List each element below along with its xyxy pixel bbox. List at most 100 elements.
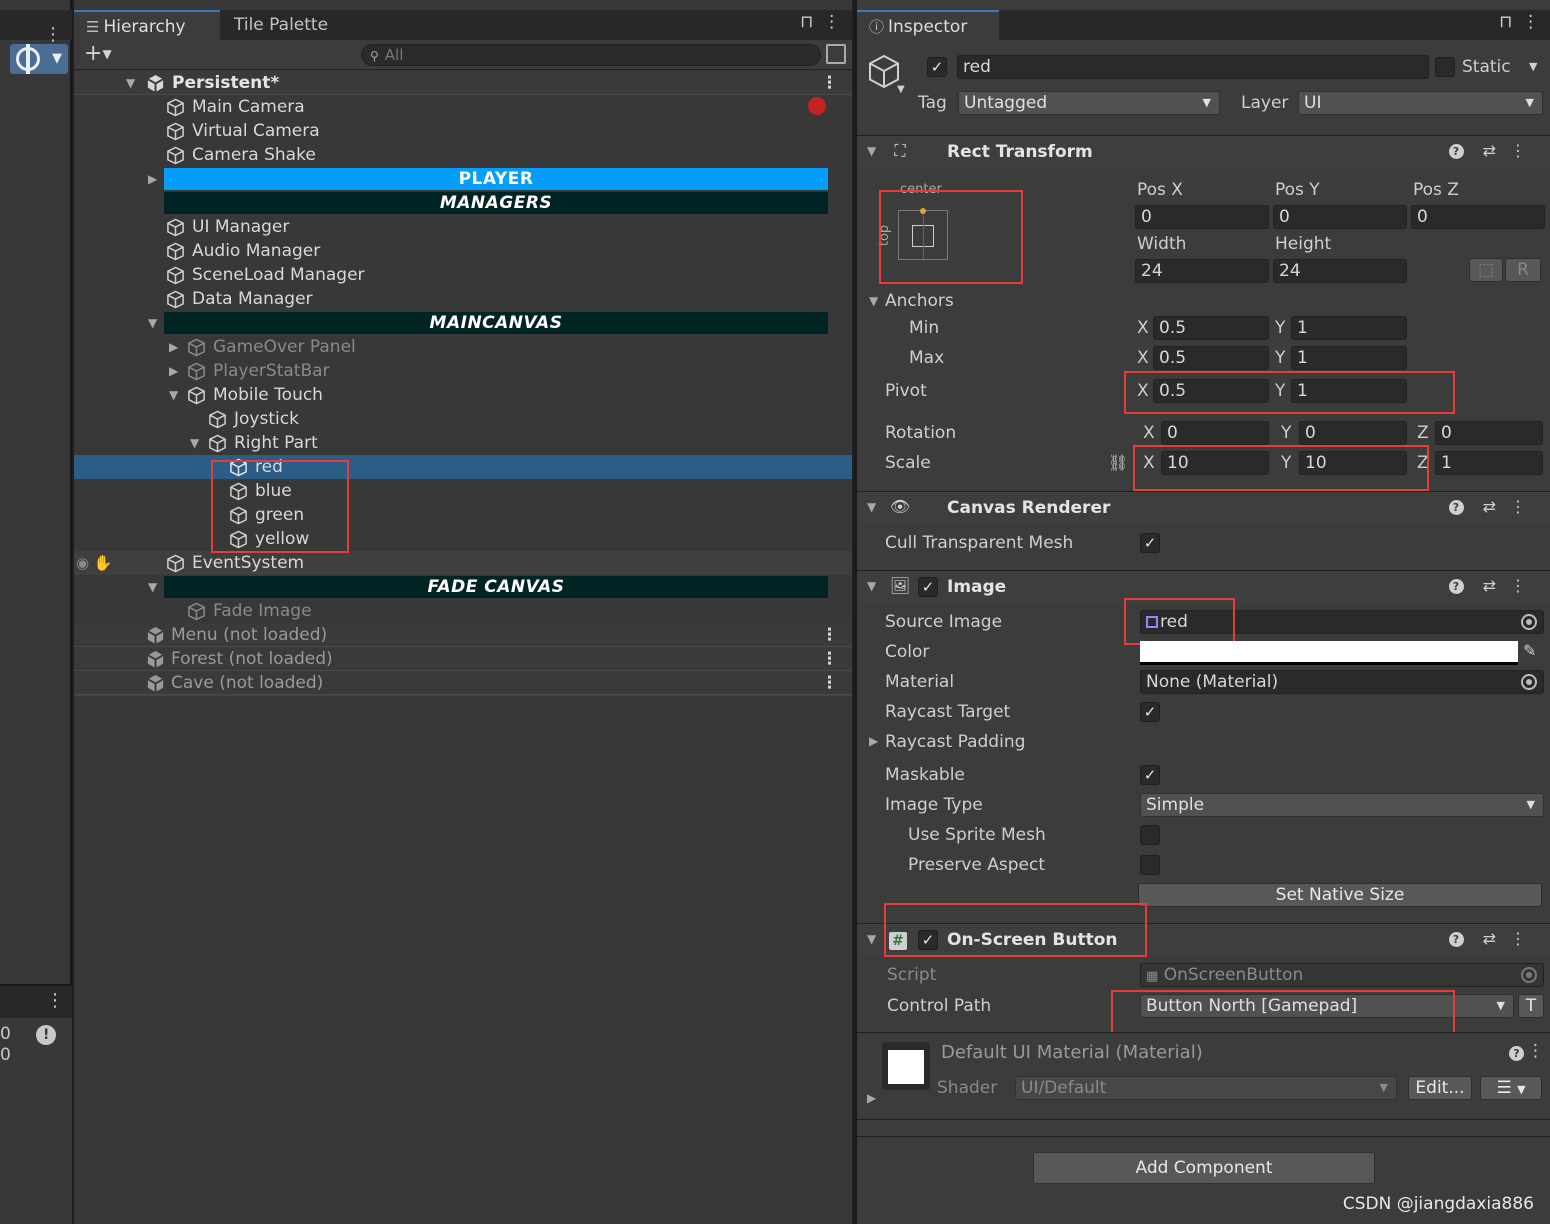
lock-icon[interactable]: ⊓ — [1499, 12, 1522, 32]
list-item-joystick[interactable]: Joystick — [74, 407, 852, 431]
kebab-icon[interactable]: ⋮ — [44, 24, 62, 45]
preset-icon[interactable]: ⇄ — [1483, 141, 1510, 160]
create-button[interactable]: +▼ — [84, 41, 112, 66]
anchor-min-y-field[interactable]: 1 — [1291, 316, 1407, 340]
list-item-red[interactable]: red — [74, 455, 852, 479]
preserve-aspect-checkbox[interactable] — [1140, 855, 1160, 875]
scene-row-menu[interactable]: Menu (not loaded) ⋮ — [74, 623, 852, 647]
kebab-icon[interactable]: ⋮ — [1510, 141, 1540, 160]
control-path-dropdown[interactable]: Button North [Gamepad] ▼ — [1140, 994, 1514, 1018]
list-item-green[interactable]: green — [74, 503, 852, 527]
list-item-player[interactable]: ▶ PLAYER — [74, 167, 852, 191]
tag-dropdown[interactable]: Untagged ▼ — [958, 91, 1220, 115]
lock-icon[interactable]: ⊓ — [800, 12, 823, 32]
object-name-field[interactable]: red — [957, 55, 1429, 79]
fold-arrow-icon[interactable]: ▼ — [867, 144, 876, 158]
list-item-camera-shake[interactable]: Camera Shake — [74, 143, 852, 167]
width-field[interactable]: 24 — [1135, 259, 1269, 283]
preset-icon[interactable]: ⇄ — [1483, 576, 1510, 595]
fold-arrow-icon[interactable]: ▼ — [869, 294, 878, 308]
anchor-min-x-field[interactable]: 0.5 — [1153, 316, 1269, 340]
image-enabled-checkbox[interactable]: ✓ — [918, 577, 938, 597]
kebab-icon[interactable]: ⋮ — [823, 12, 850, 32]
object-picker-icon[interactable] — [1521, 614, 1537, 630]
list-item-fade-canvas[interactable]: ▼ FADE CANVAS — [74, 575, 852, 599]
search-input[interactable]: ⚲ All — [361, 44, 821, 66]
fold-arrow-icon[interactable]: ▼ — [169, 383, 178, 407]
canvas-renderer-header[interactable]: ▼ 👁 Canvas Renderer ? ⇄⋮ — [857, 491, 1550, 525]
scene-search-toggle-icon[interactable] — [826, 44, 846, 64]
rotation-y-field[interactable]: 0 — [1299, 421, 1407, 445]
kebab-icon[interactable]: ⋮ — [821, 647, 838, 671]
kebab-icon[interactable]: ⋮ — [1510, 576, 1540, 595]
scale-x-field[interactable]: 10 — [1161, 451, 1269, 475]
list-item-blue[interactable]: blue — [74, 479, 852, 503]
scale-z-field[interactable]: 1 — [1435, 451, 1543, 475]
source-image-field[interactable]: red — [1140, 610, 1544, 634]
list-item-audio-manager[interactable]: Audio Manager — [74, 239, 852, 263]
color-swatch[interactable] — [1140, 641, 1518, 665]
static-checkbox[interactable] — [1435, 57, 1455, 77]
scale-y-field[interactable]: 10 — [1299, 451, 1407, 475]
layer-dropdown[interactable]: UI ▼ — [1298, 91, 1543, 115]
kebab-icon[interactable]: ⋮ — [821, 671, 838, 695]
fold-arrow-icon[interactable]: ▼ — [867, 500, 876, 514]
kebab-icon[interactable]: ⋮ — [1522, 12, 1549, 32]
help-icon[interactable]: ? — [1448, 932, 1464, 947]
fold-arrow-icon[interactable]: ▼ — [867, 932, 876, 946]
list-item-fade-image[interactable]: Fade Image — [74, 599, 852, 623]
list-item-main-camera[interactable]: Main Camera — [74, 95, 852, 119]
help-icon[interactable]: ? — [1448, 500, 1464, 515]
gizmo-toggle[interactable]: ▼ — [10, 44, 68, 74]
list-item-right-part[interactable]: ▼ Right Part — [74, 431, 852, 455]
scene-row-cave[interactable]: Cave (not loaded) ⋮ — [74, 671, 852, 695]
rotation-z-field[interactable]: 0 — [1435, 421, 1543, 445]
anchor-max-x-field[interactable]: 0.5 — [1153, 346, 1269, 370]
list-item-ui-manager[interactable]: UI Manager — [74, 215, 852, 239]
scene-row-forest[interactable]: Forest (not loaded) ⋮ — [74, 647, 852, 671]
height-field[interactable]: 24 — [1273, 259, 1407, 283]
fold-arrow-icon[interactable]: ▼ — [867, 579, 876, 593]
kebab-icon[interactable]: ⋮ — [46, 990, 64, 1011]
fold-arrow-icon[interactable]: ▶ — [867, 1091, 876, 1105]
raycast-target-checkbox[interactable]: ✓ — [1140, 702, 1160, 722]
preset-icon[interactable]: ⇄ — [1483, 929, 1510, 948]
help-icon[interactable]: ? — [1509, 1043, 1524, 1063]
kebab-icon[interactable]: ⋮ — [1510, 497, 1540, 516]
hierarchy-empty-area[interactable] — [74, 695, 852, 1224]
eyedropper-icon[interactable]: ✎ — [1523, 641, 1536, 660]
constrain-proportions-icon[interactable]: ⛓ — [1108, 453, 1128, 472]
fold-arrow-icon[interactable]: ▶ — [148, 167, 157, 191]
edit-shader-button[interactable]: Edit... — [1408, 1076, 1472, 1100]
kebab-icon[interactable]: ⋮ — [821, 71, 838, 95]
active-checkbox[interactable]: ✓ — [927, 57, 947, 77]
list-item-mobile-touch[interactable]: ▼ Mobile Touch — [74, 383, 852, 407]
fold-arrow-icon[interactable]: ▼ — [148, 311, 157, 335]
pos-y-field[interactable]: 0 — [1273, 205, 1407, 229]
pos-x-field[interactable]: 0 — [1135, 205, 1269, 229]
fold-arrow-icon[interactable]: ▼ — [190, 431, 199, 455]
fold-arrow-icon[interactable]: ▼ — [148, 575, 157, 599]
image-header[interactable]: ▼ 🖼 ✓ Image ? ⇄⋮ — [857, 570, 1550, 604]
list-item-yellow[interactable]: yellow — [74, 527, 852, 551]
kebab-icon[interactable]: ⋮ — [1510, 929, 1540, 948]
list-item-playerstatbar[interactable]: ▶ PlayerStatBar — [74, 359, 852, 383]
kebab-icon[interactable]: ⋮ — [1527, 1041, 1544, 1061]
preset-icon[interactable]: ⇄ — [1483, 497, 1510, 516]
use-sprite-mesh-checkbox[interactable] — [1140, 825, 1160, 845]
tab-inspector[interactable]: ⓘ Inspector — [857, 10, 999, 40]
pivot-x-field[interactable]: 0.5 — [1153, 379, 1269, 403]
fold-arrow-icon[interactable]: ▼ — [126, 71, 135, 95]
text-mode-button[interactable]: T — [1518, 994, 1544, 1018]
list-item-sceneload-manager[interactable]: SceneLoad Manager — [74, 263, 852, 287]
object-picker-icon[interactable] — [1521, 674, 1537, 690]
shader-options-button[interactable]: ☰ ▼ — [1480, 1076, 1542, 1100]
fold-arrow-icon[interactable]: ▶ — [869, 734, 878, 748]
material-thumbnail[interactable] — [882, 1042, 930, 1090]
fold-arrow-icon[interactable]: ▶ — [169, 335, 178, 359]
set-native-size-button[interactable]: Set Native Size — [1138, 883, 1542, 907]
add-component-button[interactable]: Add Component — [1033, 1152, 1375, 1184]
rotation-x-field[interactable]: 0 — [1161, 421, 1269, 445]
kebab-icon[interactable]: ⋮ — [821, 623, 838, 647]
blueprint-mode-button[interactable]: ⬚ — [1469, 258, 1503, 282]
